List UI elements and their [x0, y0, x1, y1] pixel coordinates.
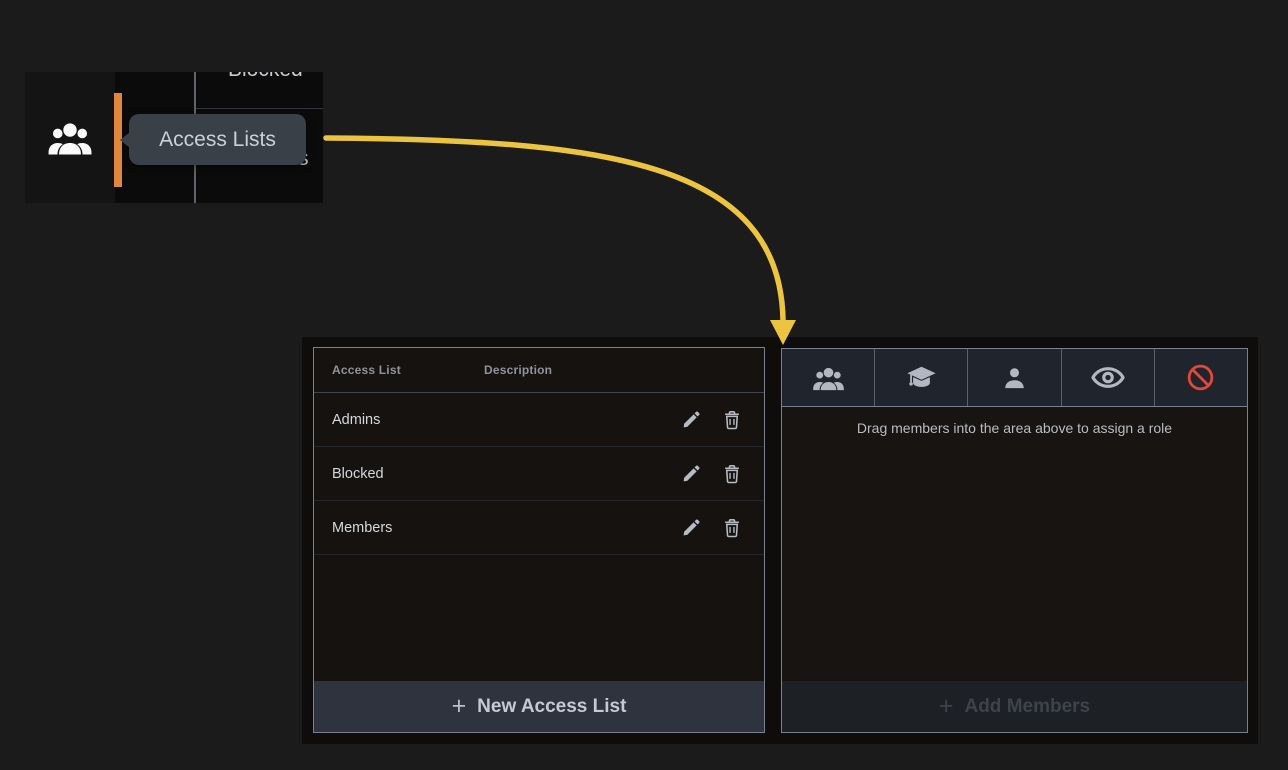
people-group-icon[interactable]: [47, 119, 93, 156]
trash-icon: [723, 518, 741, 538]
access-list-name: Members: [332, 520, 484, 536]
role-tile-row: [782, 349, 1247, 407]
tooltip-arrow: [120, 132, 130, 148]
pencil-icon: [683, 411, 699, 427]
cropped-row-blocked: Blocked: [228, 72, 303, 82]
person-icon: [1001, 365, 1028, 390]
plus-icon: +: [452, 694, 467, 719]
column-header-description: Description: [484, 363, 552, 377]
trash-icon: [723, 410, 741, 430]
eye-icon: [1091, 366, 1125, 389]
edit-access-list-button[interactable]: [679, 408, 703, 432]
role-tile-blocked[interactable]: [1155, 349, 1247, 406]
edit-access-list-button[interactable]: [679, 516, 703, 540]
new-access-list-label: New Access List: [477, 696, 626, 718]
sidebar: [25, 72, 115, 203]
role-tile-people-group[interactable]: [782, 349, 875, 406]
drop-hint-text: Drag members into the area above to assi…: [782, 420, 1247, 436]
tooltip-access-lists: Access Lists: [129, 114, 306, 165]
access-list-table: Access List Description Admins Blocked: [313, 347, 765, 733]
role-tile-person[interactable]: [968, 349, 1061, 406]
pencil-icon: [683, 465, 699, 481]
role-tile-eye[interactable]: [1062, 349, 1155, 406]
tooltip-label: Access Lists: [159, 128, 276, 152]
role-assignment-panel: Drag members into the area above to assi…: [781, 348, 1248, 733]
graduation-cap-icon: [906, 364, 937, 392]
pencil-icon: [683, 519, 699, 535]
table-row[interactable]: Blocked: [314, 447, 764, 501]
plus-icon: +: [939, 694, 954, 719]
delete-access-list-button[interactable]: [720, 516, 744, 540]
access-lists-dialog: Access List Description Admins Blocked: [302, 337, 1258, 744]
trash-icon: [723, 464, 741, 484]
add-members-button[interactable]: + Add Members: [782, 681, 1247, 732]
access-list-name: Admins: [332, 412, 484, 428]
delete-access-list-button[interactable]: [720, 408, 744, 432]
edit-access-list-button[interactable]: [679, 462, 703, 486]
no-symbol-icon: [1186, 363, 1215, 392]
sidebar-preview-panel: Blocked Members Access Lists: [25, 72, 323, 203]
row-divider: [196, 108, 323, 109]
role-tile-graduation-cap[interactable]: [875, 349, 968, 406]
table-row[interactable]: Admins: [314, 393, 764, 447]
new-access-list-button[interactable]: + New Access List: [314, 681, 764, 732]
table-header: Access List Description: [314, 348, 764, 393]
delete-access-list-button[interactable]: [720, 462, 744, 486]
column-header-access-list: Access List: [332, 363, 401, 377]
table-row[interactable]: Members: [314, 501, 764, 555]
access-list-name: Blocked: [332, 466, 484, 482]
people-group-icon: [812, 365, 845, 391]
add-members-label: Add Members: [964, 696, 1090, 718]
